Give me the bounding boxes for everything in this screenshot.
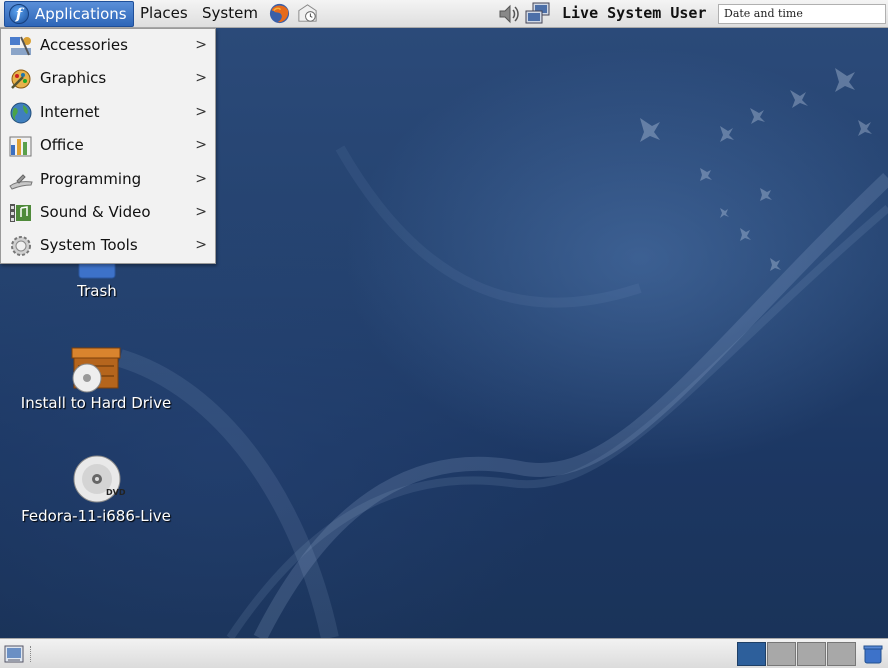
clock-display[interactable]: Date and time — [718, 4, 886, 24]
submenu-arrow-icon: > — [195, 203, 207, 220]
show-desktop-icon[interactable] — [4, 644, 24, 664]
firefox-icon[interactable] — [268, 2, 291, 25]
submenu-arrow-icon: > — [195, 137, 207, 154]
system-tools-icon — [11, 236, 31, 257]
graphics-icon — [11, 69, 31, 90]
submenu-arrow-icon: > — [195, 37, 207, 53]
menu-item-label: Sound & Video — [40, 202, 151, 221]
submenu-arrow-icon: > — [195, 170, 207, 187]
desktop-icon-dvd[interactable]: DVD Fedora-11-i686-Live — [16, 454, 176, 526]
desktop-icon-install[interactable]: Install to Hard Drive — [16, 344, 176, 416]
bottom-panel — [0, 638, 888, 668]
system-menu-button[interactable]: System — [198, 1, 262, 25]
submenu-arrow-icon: > — [195, 237, 207, 254]
trash-applet-icon[interactable] — [862, 643, 884, 665]
install-icon — [71, 347, 121, 393]
menu-item-label: System Tools — [40, 236, 138, 255]
menu-item-internet[interactable]: Internet > — [1, 96, 215, 129]
volume-icon[interactable] — [497, 3, 521, 25]
submenu-arrow-icon: > — [195, 70, 207, 87]
evolution-mail-icon[interactable] — [296, 2, 319, 25]
menu-item-system-tools[interactable]: System Tools > — [1, 229, 215, 262]
menu-item-sound-video[interactable]: Sound & Video > — [1, 196, 215, 229]
panel-handle — [30, 646, 33, 662]
menu-item-programming[interactable]: Programming > — [1, 163, 215, 196]
menu-item-label: Graphics — [40, 69, 107, 88]
applications-menu-button[interactable]: f Applications — [4, 1, 134, 27]
menu-item-label: Office — [40, 136, 84, 155]
workspace-2[interactable] — [767, 642, 796, 666]
workspace-3[interactable] — [797, 642, 826, 666]
programming-icon — [9, 173, 33, 190]
menu-item-accessories[interactable]: Accessories > — [1, 29, 215, 62]
menu-item-office[interactable]: Office > — [1, 129, 215, 162]
workspace-1[interactable] — [737, 642, 766, 666]
top-panel: f Applications Places System Live System… — [0, 0, 888, 28]
applications-dropdown: Accessories > Graphics > Internet > Offi… — [0, 28, 216, 264]
places-menu-button[interactable]: Places — [136, 1, 192, 25]
internet-icon — [10, 102, 32, 124]
desktop-icon-label: Fedora-11-i686-Live — [21, 507, 171, 525]
menu-item-label: Internet — [40, 102, 100, 121]
menu-item-label: Accessories — [40, 36, 128, 54]
fedora-logo-icon: f — [9, 4, 29, 24]
user-name[interactable]: Live System User — [562, 2, 707, 24]
menu-item-label: Programming — [40, 169, 142, 188]
applications-label: Applications — [35, 5, 127, 23]
sound-video-icon — [10, 203, 31, 222]
desktop-icon-label: Trash — [77, 282, 117, 300]
office-icon — [9, 136, 32, 157]
workspace-4[interactable] — [827, 642, 856, 666]
dvd-badge: DVD — [106, 488, 126, 497]
network-icon[interactable] — [525, 2, 551, 26]
desktop-icon-label: Install to Hard Drive — [20, 394, 172, 412]
submenu-arrow-icon: > — [195, 103, 207, 120]
menu-item-graphics[interactable]: Graphics > — [1, 62, 215, 95]
accessories-icon — [10, 36, 31, 56]
